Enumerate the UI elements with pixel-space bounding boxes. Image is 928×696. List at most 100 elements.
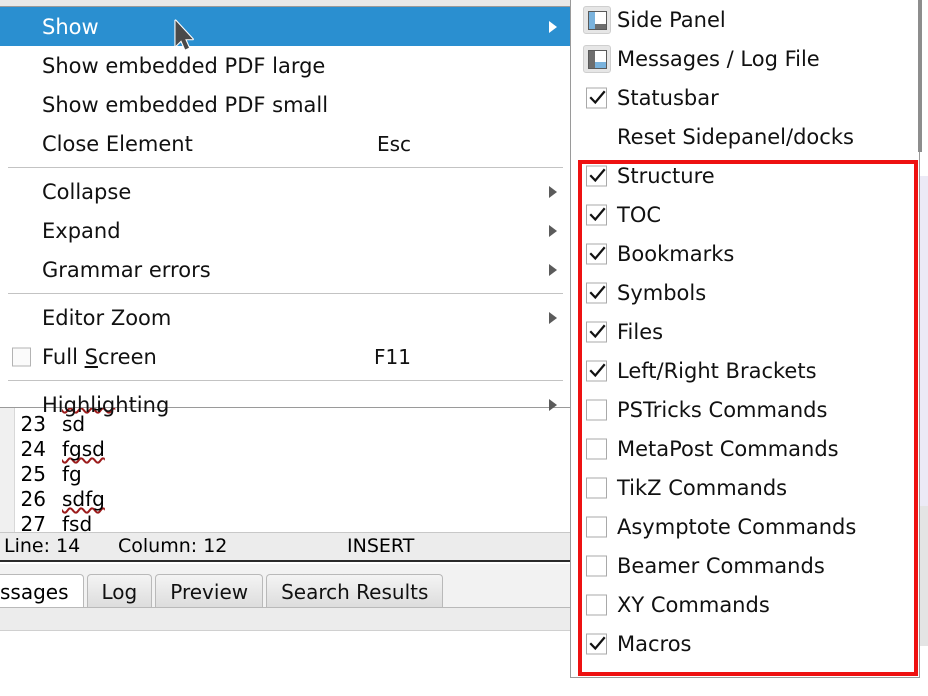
show-submenu-popup[interactable]: Side Panel Messages / Log File Statusbar Re… (570, 0, 920, 678)
menu-item-label: Statusbar (617, 86, 719, 110)
view-menu-item-show-embedded-pdf-large[interactable]: Show embedded PDF large (0, 46, 571, 85)
checkbox-unchecked-icon[interactable] (586, 594, 607, 615)
show-submenu-item-metapost-commands[interactable]: MetaPost Commands (571, 429, 919, 468)
view-menu-item-close-element[interactable]: Close Element Esc (0, 124, 571, 163)
chevron-right-icon (549, 225, 557, 237)
checkbox-checked-icon[interactable] (586, 282, 607, 303)
checkbox-unchecked-icon[interactable] (586, 438, 607, 459)
menu-item-label: Close Element (42, 132, 193, 156)
line-number: 27 (0, 512, 62, 532)
view-menu-item-show-embedded-pdf-small[interactable]: Show embedded PDF small (0, 85, 571, 124)
menu-item-label: XY Commands (617, 593, 770, 617)
show-submenu-item-beamer-commands[interactable]: Beamer Commands (571, 546, 919, 585)
view-menu-item-editor-zoom[interactable]: Editor Zoom (0, 298, 571, 337)
show-submenu-item-tikz-commands[interactable]: TikZ Commands (571, 468, 919, 507)
window-edge-sliver (918, 0, 922, 152)
menu-item-label: Show embedded PDF small (42, 93, 328, 117)
checkbox-unchecked-icon[interactable] (12, 347, 31, 366)
line-text: fg (62, 462, 82, 487)
view-menu-item-full-screen[interactable]: Full ScreenF11 (0, 337, 571, 376)
chevron-right-icon (549, 21, 557, 33)
show-submenu-item-reset-sidepanel-docks[interactable]: Reset Sidepanel/docks (571, 117, 919, 156)
menu-item-label: Show (42, 15, 99, 39)
show-submenu-item-statusbar[interactable]: Statusbar (571, 78, 919, 117)
line-text: fgsd (62, 437, 105, 462)
menu-item-label: TikZ Commands (617, 476, 787, 500)
menu-item-label: Bookmarks (617, 242, 734, 266)
line-number: 26 (0, 487, 62, 512)
editor-line: 27fsd (0, 512, 570, 532)
checkbox-checked-icon[interactable] (586, 87, 607, 108)
show-submenu-item-files[interactable]: Files (571, 312, 919, 351)
show-submenu-item-toc[interactable]: TOC (571, 195, 919, 234)
view-menu-item-collapse[interactable]: Collapse (0, 172, 571, 211)
view-menu-popup[interactable]: Show Show embedded PDF large Show embedded… (0, 6, 572, 408)
view-menu-item-highlighting[interactable]: Highlighting (0, 385, 571, 424)
view-menu-item-grammar-errors[interactable]: Grammar errors (0, 250, 571, 289)
dock-tabstrip: ssagesLogPreviewSearch Results (0, 569, 446, 608)
menu-item-shortcut: Esc (377, 132, 411, 156)
side-panel-layout-icon (583, 6, 611, 34)
show-submenu-item-symbols[interactable]: Symbols (571, 273, 919, 312)
menu-item-label: Full Screen (42, 345, 157, 369)
bottom-dock-tabbar: ssagesLogPreviewSearch Results (0, 564, 572, 608)
menu-item-label: Structure (617, 164, 715, 188)
show-submenu-item-structure[interactable]: Structure (571, 156, 919, 195)
checkbox-unchecked-icon[interactable] (586, 516, 607, 537)
status-line-indicator: Line: 14 (4, 535, 80, 557)
checkbox-checked-icon[interactable] (586, 165, 607, 186)
menu-item-label: Highlighting (42, 393, 169, 417)
show-submenu-item-macros[interactable]: Macros (571, 624, 919, 663)
chevron-right-icon (549, 186, 557, 198)
checkbox-checked-icon[interactable] (586, 633, 607, 654)
messages-log-layout-icon (583, 45, 611, 73)
menu-item-label: Macros (617, 632, 692, 656)
checkbox-unchecked-icon[interactable] (586, 477, 607, 498)
show-submenu-item-left-right-brackets[interactable]: Left/Right Brackets (571, 351, 919, 390)
chevron-right-icon (549, 399, 557, 411)
dock-tab-log[interactable]: Log (87, 574, 153, 608)
menu-separator (8, 380, 563, 381)
menu-item-label: Show embedded PDF large (42, 54, 325, 78)
menu-item-label: Editor Zoom (42, 306, 171, 330)
menu-item-label: Grammar errors (42, 258, 211, 282)
editor-line: 25fg (0, 462, 570, 487)
show-submenu-item-side-panel[interactable]: Side Panel (571, 0, 919, 39)
show-submenu-item-bookmarks[interactable]: Bookmarks (571, 234, 919, 273)
checkbox-checked-icon[interactable] (586, 360, 607, 381)
editor-line: 24fgsd (0, 437, 570, 462)
menu-item-label: Side Panel (617, 8, 726, 32)
status-insert-mode: INSERT (347, 535, 414, 557)
checkbox-checked-icon[interactable] (586, 204, 607, 225)
checkbox-checked-icon[interactable] (586, 321, 607, 342)
line-text: sdfg (62, 487, 105, 512)
show-submenu-item-asymptote-commands[interactable]: Asymptote Commands (571, 507, 919, 546)
menu-item-label: MetaPost Commands (617, 437, 839, 461)
checkbox-unchecked-icon[interactable] (586, 399, 607, 420)
checkbox-unchecked-icon[interactable] (586, 555, 607, 576)
line-text: fsd (62, 512, 92, 532)
checkbox-checked-icon[interactable] (586, 243, 607, 264)
show-submenu-item-messages-log-file[interactable]: Messages / Log File (571, 39, 919, 78)
menu-item-label: Messages / Log File (617, 47, 820, 71)
dock-tab-search-results[interactable]: Search Results (266, 574, 443, 608)
menu-item-label: Expand (42, 219, 121, 243)
menu-item-label: Collapse (42, 180, 131, 204)
line-number: 25 (0, 462, 62, 487)
dock-tab-ssages[interactable]: ssages (0, 574, 84, 608)
line-number: 24 (0, 437, 62, 462)
status-column-indicator: Column: 12 (118, 535, 227, 557)
status-bar: Line: 14 Column: 12 INSERT (0, 532, 572, 562)
view-menu-item-show[interactable]: Show (0, 7, 571, 46)
view-menu-item-expand[interactable]: Expand (0, 211, 571, 250)
show-submenu-item-xy-commands[interactable]: XY Commands (571, 585, 919, 624)
dock-tab-preview[interactable]: Preview (155, 574, 263, 608)
menu-item-label: Symbols (617, 281, 706, 305)
menu-item-label: Left/Right Brackets (617, 359, 817, 383)
chevron-right-icon (549, 312, 557, 324)
background-sliver-gray (920, 506, 928, 646)
menu-separator (8, 167, 563, 168)
show-submenu-item-pstricks-commands[interactable]: PSTricks Commands (571, 390, 919, 429)
menu-item-label: PSTricks Commands (617, 398, 827, 422)
editor-line: 26sdfg (0, 487, 570, 512)
